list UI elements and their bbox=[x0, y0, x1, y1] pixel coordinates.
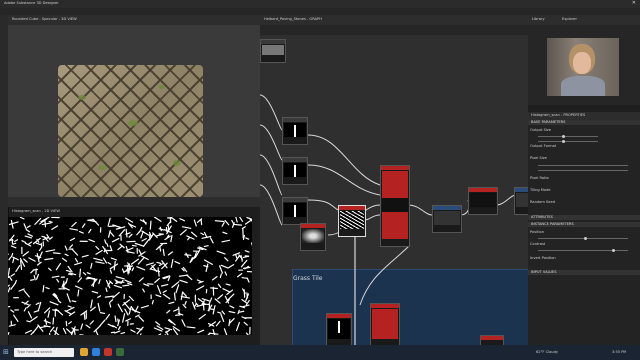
pixel-size-slider[interactable] bbox=[538, 170, 628, 171]
tab-library[interactable]: Library bbox=[532, 17, 545, 22]
right-panel-tabs: Library Explorer bbox=[528, 15, 640, 25]
param-contrast: Contrast bbox=[530, 242, 546, 246]
graph-node[interactable] bbox=[260, 39, 286, 63]
taskbar: ⊞ Type here to search 62°F Cloudy 3:55 P… bbox=[0, 345, 640, 360]
graph-canvas[interactable]: Grass Tile bbox=[260, 35, 528, 345]
view3d-title: Rounded Cube - Specular - 3D VIEW bbox=[12, 17, 77, 21]
tab-explorer[interactable]: Explorer bbox=[562, 17, 577, 22]
position-slider[interactable] bbox=[538, 238, 628, 239]
title-bar: Adobe Substance 3D Designer ✕ bbox=[0, 0, 640, 8]
param-position: Position bbox=[530, 230, 544, 234]
properties-panel: BASE PARAMETERS Output Size Output Forma… bbox=[528, 120, 640, 345]
selected-graph-node[interactable] bbox=[338, 205, 366, 237]
app-icon[interactable] bbox=[104, 348, 112, 356]
view3d-header: Rounded Cube - Specular - 3D VIEW bbox=[8, 15, 260, 25]
properties-title: Histogram_scan - PROPERTIES bbox=[531, 113, 586, 117]
graph-node[interactable] bbox=[370, 303, 400, 345]
pixel-size-slider[interactable] bbox=[538, 165, 628, 166]
section-instance-parameters[interactable]: INSTANCE PARAMETERS bbox=[528, 222, 640, 227]
graph-node[interactable] bbox=[300, 223, 326, 251]
app-icon[interactable] bbox=[116, 348, 124, 356]
histogram-scan-preview bbox=[8, 217, 252, 335]
windows-start-icon[interactable]: ⊞ bbox=[3, 348, 11, 356]
search-placeholder: Type here to search bbox=[17, 350, 53, 354]
param-output-size: Output Size bbox=[530, 128, 552, 132]
param-invert-position: Invert Position bbox=[530, 256, 556, 260]
window-title: Adobe Substance 3D Designer bbox=[4, 1, 59, 5]
param-pixel-size: Pixel Size bbox=[530, 156, 547, 160]
graph-node[interactable] bbox=[326, 313, 352, 345]
browser-icon[interactable] bbox=[92, 348, 100, 356]
output-size-slider[interactable] bbox=[538, 141, 598, 142]
graph-node[interactable] bbox=[282, 197, 308, 225]
graph-node[interactable] bbox=[468, 187, 498, 215]
menu-bar: File Edit Tools Windows Help bbox=[0, 8, 640, 24]
weather-status: 62°F Cloudy bbox=[536, 350, 558, 354]
material-preview-tile bbox=[58, 65, 203, 197]
graph-node[interactable] bbox=[282, 157, 308, 185]
graph-title: Helbard_Paving_Stones - GRAPH bbox=[264, 17, 322, 21]
graph-node[interactable] bbox=[282, 117, 308, 145]
slider-handle[interactable] bbox=[612, 249, 615, 252]
file-explorer-icon[interactable] bbox=[80, 348, 88, 356]
close-icon[interactable]: ✕ bbox=[632, 0, 636, 6]
clock: 3:55 PM bbox=[612, 350, 627, 354]
output-size-slider[interactable] bbox=[538, 136, 598, 137]
view2d-viewport[interactable] bbox=[8, 217, 252, 335]
graph-node-blend[interactable] bbox=[380, 165, 410, 247]
graph-node[interactable] bbox=[480, 335, 504, 345]
param-tiling-mode: Tiling Mode bbox=[530, 188, 551, 192]
slider-handle[interactable] bbox=[562, 135, 565, 138]
section-input-values[interactable]: INPUT VALUES bbox=[528, 270, 640, 275]
section-base-parameters[interactable]: BASE PARAMETERS bbox=[528, 120, 640, 125]
webcam-overlay bbox=[547, 38, 619, 96]
slider-handle[interactable] bbox=[562, 140, 565, 143]
slider-handle[interactable] bbox=[584, 237, 587, 240]
graph-node[interactable] bbox=[432, 205, 462, 233]
view2d-header: Histogram_scan - 2D VIEW bbox=[8, 197, 260, 213]
graph-toolbar bbox=[260, 25, 528, 35]
param-random-seed: Random Seed bbox=[530, 200, 556, 204]
view2d-title: Histogram_scan - 2D VIEW bbox=[12, 209, 60, 213]
graph-node[interactable] bbox=[514, 187, 528, 215]
graph-header: Helbard_Paving_Stones - GRAPH bbox=[260, 15, 528, 25]
properties-header: Histogram_scan - PROPERTIES bbox=[528, 112, 640, 120]
param-pixel-ratio: Pixel Ratio bbox=[530, 176, 549, 180]
taskbar-search-box[interactable]: Type here to search bbox=[14, 348, 74, 357]
param-output-format: Output Format bbox=[530, 144, 557, 148]
section-attributes[interactable]: ATTRIBUTES bbox=[528, 215, 640, 220]
